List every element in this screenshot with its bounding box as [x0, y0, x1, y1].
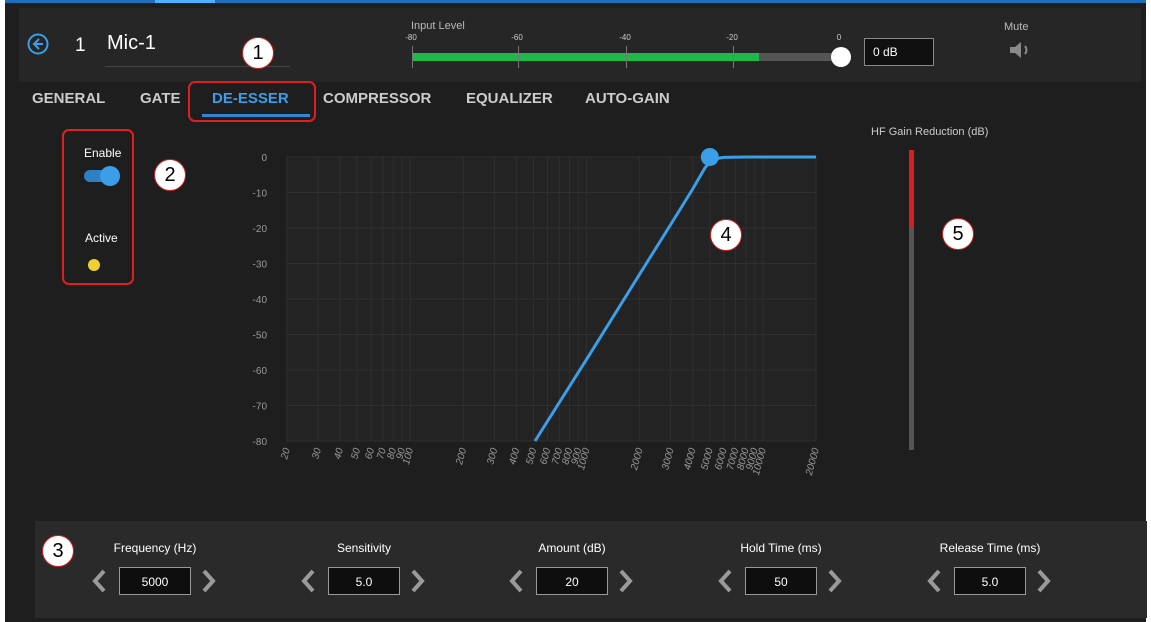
mute-title: Mute [1004, 21, 1029, 33]
chevron-left-icon[interactable] [299, 568, 319, 594]
chevron-left-icon[interactable] [716, 568, 736, 594]
x-tick-label: 300 [485, 447, 500, 466]
param-label: Release Time (ms) [939, 541, 1041, 555]
y-tick-label: -80 [253, 437, 268, 448]
param-value[interactable]: 50 [745, 567, 817, 595]
meter-track[interactable] [412, 53, 842, 61]
tab-auto-gain[interactable]: AUTO-GAIN [585, 90, 670, 107]
param-label: Amount (dB) [538, 541, 606, 555]
x-tick-label: 20000 [804, 447, 822, 478]
meter-tick [733, 46, 734, 68]
active-indicator-led [88, 259, 100, 271]
frequency-handle[interactable] [700, 148, 719, 166]
y-tick-label: -30 [253, 260, 268, 271]
toggle-knob [100, 166, 120, 186]
y-tick-label: 0 [261, 153, 267, 164]
y-tick-label: -50 [253, 331, 268, 342]
x-tick-label: 200 [454, 447, 469, 467]
callout-1: 1 [242, 37, 274, 69]
tab-gate[interactable]: GATE [140, 90, 181, 107]
param-label: Frequency (Hz) [113, 541, 197, 555]
meter-tick [518, 46, 519, 68]
callout-2: 2 [154, 159, 186, 191]
param-amount: Amount (dB) 20 [477, 521, 667, 618]
active-label: Active [85, 231, 118, 245]
y-tick-label: -60 [253, 366, 268, 377]
chevron-right-icon[interactable] [407, 568, 427, 594]
app-window: 1 Mic-1 Input Level -80 -60 -40 -20 0 Mu… [5, 0, 1147, 622]
chevron-right-icon[interactable] [1033, 568, 1053, 594]
chevron-left-icon[interactable] [90, 568, 110, 594]
param-release-time: Release Time (ms) 5.0 [895, 521, 1085, 618]
channel-name[interactable]: Mic-1 [107, 32, 156, 55]
tab-equalizer[interactable]: EQUALIZER [466, 90, 553, 107]
hf-gain-reduction-title: HF Gain Reduction (dB) [871, 126, 989, 138]
speaker-icon[interactable] [1007, 40, 1033, 60]
annotation-box-tab [188, 81, 316, 122]
chevron-left-icon[interactable] [925, 568, 945, 594]
y-tick-label: -10 [253, 189, 268, 200]
meter-tick [412, 46, 413, 68]
x-tick-label: 50 [350, 447, 364, 461]
meter-level-fill [412, 53, 759, 61]
tab-compressor[interactable]: COMPRESSOR [323, 90, 431, 107]
param-value[interactable]: 5.0 [328, 567, 400, 595]
x-tick-label: 500 [524, 447, 539, 466]
y-tick-label: -70 [253, 402, 268, 413]
tab-general[interactable]: GENERAL [32, 90, 105, 107]
parameter-panel: Frequency (Hz) 5000 Sensitivity 5.0 Amou… [35, 521, 1147, 618]
param-frequency: Frequency (Hz) 5000 [60, 521, 250, 618]
x-tick-label: 20 [279, 447, 293, 462]
chevron-right-icon[interactable] [615, 568, 635, 594]
top-accent-highlight [155, 0, 215, 3]
x-tick-label: 40 [332, 447, 346, 461]
param-value[interactable]: 5000 [119, 567, 191, 595]
channel-header: 1 Mic-1 Input Level -80 -60 -40 -20 0 Mu… [19, 8, 1141, 82]
x-tick-label: 2000 [629, 447, 646, 473]
back-arrow-icon[interactable] [27, 33, 49, 55]
channel-number: 1 [75, 35, 86, 56]
x-tick-label: 3000 [660, 447, 676, 472]
meter-tick-label: -40 [619, 33, 631, 42]
de-esser-response-chart[interactable]: 0-10-20-30-40-50-60-70-8020 30 40 50 6070809… [245, 140, 845, 500]
meter-tick-label: -60 [511, 33, 523, 42]
enable-toggle[interactable] [84, 166, 120, 186]
x-tick-label: 30 [310, 447, 324, 461]
param-sensitivity: Sensitivity 5.0 [269, 521, 459, 618]
meter-tick-label: -20 [726, 33, 738, 42]
x-tick-label: 400 [507, 447, 522, 466]
chevron-left-icon[interactable] [507, 568, 527, 594]
callout-4: 4 [710, 219, 742, 251]
meter-tick [626, 46, 627, 68]
x-tick-label: 4000 [682, 447, 698, 472]
chevron-right-icon[interactable] [824, 568, 844, 594]
param-hold-time: Hold Time (ms) 50 [686, 521, 876, 618]
param-label: Sensitivity [336, 541, 392, 555]
hf-gain-reduction-fill [909, 150, 914, 228]
param-value[interactable]: 5.0 [954, 567, 1026, 595]
gain-slider-knob[interactable] [831, 47, 851, 67]
meter-tick-label: 0 [836, 33, 842, 42]
callout-3: 3 [42, 535, 74, 567]
gain-value-input[interactable] [864, 38, 934, 66]
param-label: Hold Time (ms) [740, 541, 822, 555]
enable-label: Enable [84, 146, 122, 160]
meter-tick-label: -80 [405, 33, 417, 42]
input-level-title: Input Level [411, 20, 465, 32]
hf-gain-reduction-meter [909, 150, 914, 450]
param-value[interactable]: 20 [536, 567, 608, 595]
y-tick-label: -20 [253, 224, 268, 235]
y-tick-label: -40 [253, 295, 268, 306]
callout-5: 5 [942, 218, 974, 250]
chevron-right-icon[interactable] [198, 568, 218, 594]
